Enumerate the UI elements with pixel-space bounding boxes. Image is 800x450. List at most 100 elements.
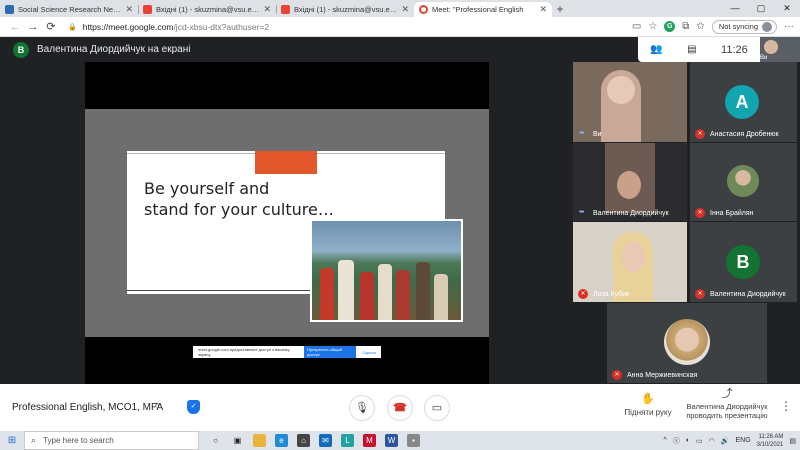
people-icon[interactable]: 👥: [650, 44, 662, 55]
present-screen-icon: ⤴: [721, 388, 733, 400]
chevron-up-icon[interactable]: ^: [664, 437, 667, 444]
url-host: https://meet.google.com: [82, 21, 174, 32]
tab-gmail-1[interactable]: Вхідні (1) - skuzmina@vsu.edu ✕: [138, 2, 276, 17]
windows-start-icon[interactable]: ⊞: [0, 435, 24, 446]
shield-icon[interactable]: ✓: [187, 400, 200, 414]
camera-in-use-icon[interactable]: ▭: [632, 21, 641, 32]
slide-title-line-2: stand for your culture…: [144, 200, 334, 219]
search-icon: ⌕: [31, 435, 37, 445]
participant-name: Інна Брайлян: [710, 210, 754, 217]
favorite-star-icon[interactable]: ☆: [648, 21, 657, 32]
hand-icon: ✋: [641, 393, 655, 405]
camera-button[interactable]: ▭: [424, 395, 450, 421]
tab-meet[interactable]: Meet: "Professional English ✕: [414, 2, 552, 17]
back-arrow-icon[interactable]: ←: [6, 21, 24, 33]
participant-name: Лиза Кубик: [593, 291, 630, 298]
microphone-button[interactable]: 🎙: [349, 395, 375, 421]
taskbar-search[interactable]: ⌕ Type here to search: [24, 431, 199, 450]
slide-title-line-1: Be yourself and: [144, 179, 270, 198]
meet-bottom-bar: Professional English, MCO1, MFA ^ ✓ 🎙 ☎ …: [0, 384, 800, 431]
tab-title: Вхідні (1) - skuzmina@vsu.edu: [156, 5, 260, 14]
more-options-icon[interactable]: ⋮: [780, 399, 792, 413]
collections-icon[interactable]: ⧉: [682, 21, 689, 32]
chevron-up-icon[interactable]: ^: [155, 401, 159, 411]
notice-text: meet.google.com предоставляет доступ к в…: [198, 347, 290, 357]
close-tab-icon[interactable]: ✕: [539, 4, 547, 15]
raise-hand-button[interactable]: ✋ Підняти руку: [618, 392, 678, 417]
close-tab-icon[interactable]: ✕: [401, 4, 409, 15]
participant-tile[interactable]: ✕ Інна Брайлян: [690, 143, 797, 221]
favorites-list-icon[interactable]: ✩: [696, 21, 704, 32]
url-path: /jcd-xbsu-dtx?authuser=2: [173, 21, 270, 32]
volume-icon[interactable]: 🔊: [721, 437, 730, 445]
mic-off-icon: ✕: [695, 289, 705, 299]
speaking-indicator-icon: •••: [579, 209, 584, 216]
system-clock[interactable]: 11:26 AM 3/10/2021: [757, 433, 784, 449]
chat-icon[interactable]: ▤: [687, 44, 696, 55]
tab-title: Meet: "Professional English: [432, 5, 524, 14]
profile-sync-button[interactable]: Not syncing: [711, 19, 777, 34]
close-tab-icon[interactable]: ✕: [263, 4, 271, 15]
more-menu-icon[interactable]: ···: [784, 21, 794, 32]
network-icon[interactable]: ◠: [709, 437, 715, 445]
notifications-icon[interactable]: ▤: [789, 437, 796, 445]
tab-gmail-2[interactable]: Вхідні (1) - skuzmina@vsu.edu ✕: [276, 2, 414, 17]
microphone-icon: 🎙: [355, 402, 369, 414]
participant-tile[interactable]: В ✕ Валентина Диордийчук: [690, 222, 797, 302]
word-icon[interactable]: W: [385, 434, 398, 447]
recording-icon: [419, 5, 428, 14]
store-icon[interactable]: ⌂: [297, 434, 310, 447]
participant-tile[interactable]: ✕ Лиза Кубик: [573, 222, 687, 302]
photos-icon[interactable]: ▪: [407, 434, 420, 447]
hide-link[interactable]: Скрыть: [362, 350, 376, 355]
address-bar[interactable]: 🔒 https://meet.google.com/jcd-xbsu-dtx?a…: [68, 20, 588, 34]
mcafee-icon[interactable]: M: [363, 434, 376, 447]
ssrn-favicon-icon: [5, 5, 14, 14]
mail-icon[interactable]: ✉: [319, 434, 332, 447]
forward-arrow-icon[interactable]: →: [24, 21, 42, 33]
figure: [396, 270, 410, 320]
lock-icon[interactable]: 🔒: [68, 23, 77, 31]
end-call-button[interactable]: ☎: [387, 395, 413, 421]
cortana-icon[interactable]: ○: [209, 434, 222, 447]
participant-tile[interactable]: ✕ Анна Мержиевинская: [607, 303, 767, 383]
figure: [434, 274, 448, 320]
figure: [378, 264, 392, 320]
tab-ssrn[interactable]: Social Science Research Network ✕: [0, 2, 138, 17]
language-indicator[interactable]: ENG: [736, 437, 751, 444]
participant-photo: [727, 165, 759, 197]
mic-off-icon: ✕: [695, 208, 705, 218]
figure: [338, 260, 354, 320]
figure: [416, 262, 430, 320]
edge-icon[interactable]: e: [275, 434, 288, 447]
figure: [360, 272, 374, 320]
close-tab-icon[interactable]: ✕: [125, 4, 133, 15]
windows-taskbar: ⊞ ⌕ Type here to search ○ ▣ e ⌂ ✉ L M W …: [0, 431, 800, 450]
browser-tab-bar: Social Science Research Network ✕ Вхідні…: [0, 0, 800, 17]
antivirus-icon[interactable]: ◐: [686, 437, 690, 444]
task-view-icon[interactable]: ▣: [231, 434, 244, 447]
screen-share-notice: meet.google.com предоставляет доступ к в…: [193, 346, 381, 358]
participant-name: Анастасия Дробенюк: [710, 131, 779, 138]
file-explorer-icon[interactable]: [253, 434, 266, 447]
participant-face: [617, 171, 641, 199]
reload-icon[interactable]: ⟳: [42, 20, 60, 33]
new-tab-button[interactable]: +: [552, 2, 568, 17]
figure: [320, 268, 334, 320]
presenting-now-button[interactable]: ⤴ Валентина Диордийчук проводить презент…: [686, 388, 768, 421]
maximize-button[interactable]: ▢: [748, 0, 774, 17]
minimize-button[interactable]: —: [722, 0, 748, 17]
stop-sharing-button[interactable]: Прекратить общий доступ: [304, 346, 357, 358]
self-mini-label: Ви: [760, 55, 768, 61]
presenting-now-label: Валентина Диордийчук проводить презентац…: [686, 402, 768, 420]
folk-painting-image: [310, 219, 463, 322]
lingvo-icon[interactable]: L: [341, 434, 354, 447]
participant-tile[interactable]: А ✕ Анастасия Дробенюк: [690, 62, 797, 142]
battery-icon[interactable]: ▭: [696, 437, 703, 445]
skype-icon[interactable]: ⓢ: [673, 436, 680, 446]
toolbar-icons: ▭ ☆ G ⧉ ✩ Not syncing ···: [632, 19, 794, 34]
close-window-button[interactable]: ✕: [774, 0, 800, 17]
grammarly-icon[interactable]: G: [664, 21, 676, 32]
participant-tile[interactable]: ••• Ви: [573, 62, 687, 142]
participant-tile[interactable]: ••• Валентина Диордийчук: [573, 143, 687, 221]
